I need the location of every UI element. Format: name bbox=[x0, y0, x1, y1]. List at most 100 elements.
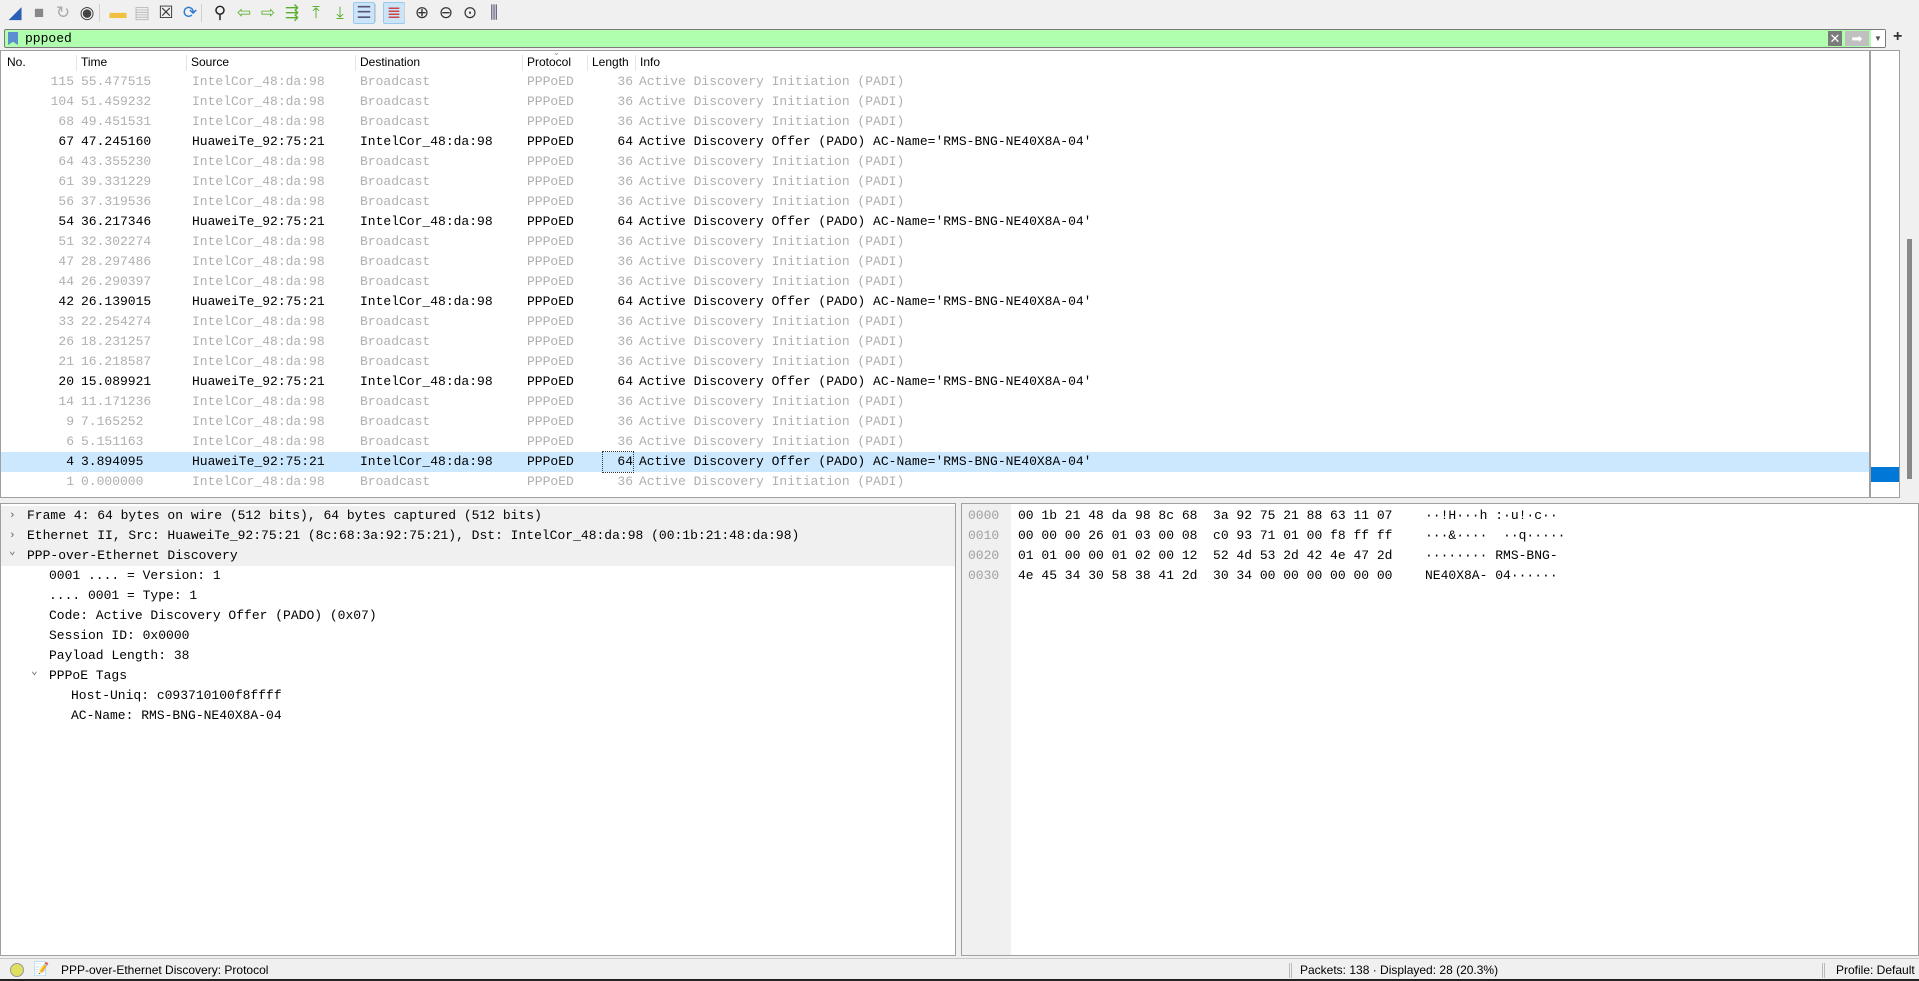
packet-row[interactable]: 47 28.297486 IntelCor_48:da:98 Broadcast PPP… bbox=[1, 252, 1869, 272]
chevron-down-icon[interactable]: ⌄ bbox=[9, 542, 16, 562]
hex-ascii[interactable]: ········ RMS-BNG- bbox=[1425, 546, 1558, 566]
column-separator[interactable] bbox=[587, 55, 588, 71]
packet-row[interactable]: 9 7.165252 IntelCor_48:da:98 Broadcast PPPoE… bbox=[1, 412, 1869, 432]
detail-text: Session ID: 0x0000 bbox=[49, 628, 190, 643]
hex-bytes[interactable]: 00 1b 21 48 da 98 8c 68 3a 92 75 21 88 6… bbox=[1018, 506, 1392, 526]
hex-ascii[interactable]: ···&···· ··q····· bbox=[1425, 526, 1565, 546]
packet-row[interactable]: 56 37.319536 IntelCor_48:da:98 Broadcast PPP… bbox=[1, 192, 1869, 212]
stop-icon[interactable]: ■ bbox=[28, 2, 50, 24]
add-filter-button-icon[interactable]: + bbox=[1893, 28, 1902, 46]
packet-row[interactable]: 67 47.245160 HuaweiTe_92:75:21 IntelCor_48:… bbox=[1, 132, 1869, 152]
packet-cell-no: 51 bbox=[58, 234, 74, 249]
detail-tree-item[interactable]: ⌄ PPPoE Tags bbox=[1, 666, 955, 686]
packet-cell-len: 36 bbox=[617, 74, 633, 89]
first-packet-icon[interactable]: ⤒ bbox=[305, 2, 327, 24]
detail-tree-item[interactable]: Host-Uniq: c093710100f8ffff bbox=[1, 686, 955, 706]
expert-info-icon[interactable] bbox=[10, 963, 24, 977]
colorize-icon[interactable]: ≣ bbox=[383, 2, 405, 24]
column-header-no[interactable]: No. bbox=[7, 53, 26, 72]
hex-bytes[interactable]: 4e 45 34 30 58 38 41 2d 30 34 00 00 00 0… bbox=[1018, 566, 1392, 586]
column-header-protocol[interactable]: Protocol bbox=[527, 53, 571, 72]
column-separator[interactable] bbox=[635, 55, 636, 71]
hex-bytes[interactable]: 01 01 00 00 01 02 00 12 52 4d 53 2d 42 4… bbox=[1018, 546, 1392, 566]
column-separator[interactable] bbox=[186, 55, 187, 71]
column-header-source[interactable]: Source bbox=[191, 53, 229, 72]
scrollbar-thumb[interactable] bbox=[1907, 239, 1912, 479]
packet-row[interactable]: 44 26.290397 IntelCor_48:da:98 Broadcast PPP… bbox=[1, 272, 1869, 292]
chevron-right-icon[interactable]: › bbox=[9, 506, 16, 526]
chevron-down-icon[interactable]: ⌄ bbox=[31, 662, 38, 682]
save-file-icon[interactable]: ▤ bbox=[131, 2, 153, 24]
column-header-info[interactable]: Info bbox=[640, 53, 660, 72]
bookmark-icon[interactable] bbox=[8, 32, 18, 45]
close-file-icon[interactable]: ☒ bbox=[155, 2, 177, 24]
packet-cell-no: 104 bbox=[50, 94, 74, 109]
packet-row[interactable]: 68 49.451531 IntelCor_48:da:98 Broadcast PPP… bbox=[1, 112, 1869, 132]
packet-row[interactable]: 115 55.477515 IntelCor_48:da:98 Broadcast PP… bbox=[1, 72, 1869, 92]
detail-text: AC-Name: RMS-BNG-NE40X8A-04 bbox=[71, 708, 282, 723]
hex-offset: 0020 bbox=[968, 548, 1000, 563]
packet-row[interactable]: 6 5.151163 IntelCor_48:da:98 Broadcast PPPoE… bbox=[1, 432, 1869, 452]
open-folder-icon[interactable]: ▬ bbox=[107, 2, 129, 24]
packet-row[interactable]: 54 36.217346 HuaweiTe_92:75:21 IntelCor_48:… bbox=[1, 212, 1869, 232]
autoscroll-icon[interactable]: ☰ bbox=[353, 2, 375, 24]
packet-row[interactable]: 64 43.355230 IntelCor_48:da:98 Broadcast PPP… bbox=[1, 152, 1869, 172]
packet-row[interactable]: 21 16.218587 IntelCor_48:da:98 Broadcast PPP… bbox=[1, 352, 1869, 372]
apply-filter-icon[interactable]: ➡ bbox=[1845, 31, 1869, 46]
go-to-packet-icon[interactable]: ⇶ bbox=[281, 2, 303, 24]
last-packet-icon[interactable]: ⤓ bbox=[329, 2, 351, 24]
packet-cell-time: 26.290397 bbox=[81, 274, 152, 289]
detail-tree-item[interactable]: Payload Length: 38 bbox=[1, 646, 955, 666]
capture-options-icon[interactable]: ◉ bbox=[76, 2, 98, 24]
packet-cell-proto: PPPoED bbox=[527, 334, 574, 349]
filter-dropdown-icon[interactable]: ▼ bbox=[1871, 30, 1885, 47]
packet-row[interactable]: 4 3.894095 HuaweiTe_92:75:21 IntelCor_48:da… bbox=[1, 451, 1869, 473]
display-filter-input[interactable] bbox=[25, 30, 1815, 47]
resize-columns-icon[interactable]: ⫼ bbox=[483, 2, 505, 24]
back-arrow-icon[interactable]: ⇦ bbox=[233, 2, 255, 24]
packet-row[interactable]: 61 39.331229 IntelCor_48:da:98 Broadcast PPP… bbox=[1, 172, 1869, 192]
shark-fin-start-icon[interactable]: ◢ bbox=[4, 2, 26, 24]
detail-tree-item[interactable]: .... 0001 = Type: 1 bbox=[1, 586, 955, 606]
packet-row[interactable]: 26 18.231257 IntelCor_48:da:98 Broadcast PPP… bbox=[1, 332, 1869, 352]
column-separator[interactable] bbox=[522, 55, 523, 71]
detail-tree-item[interactable]: Session ID: 0x0000 bbox=[1, 626, 955, 646]
detail-tree-item[interactable]: AC-Name: RMS-BNG-NE40X8A-04 bbox=[1, 706, 955, 726]
packet-cell-info: Active Discovery Initiation (PADI) bbox=[639, 394, 905, 409]
column-header-time[interactable]: Time bbox=[81, 53, 107, 72]
packet-row[interactable]: 33 22.254274 IntelCor_48:da:98 Broadcast PPP… bbox=[1, 312, 1869, 332]
packet-list-scrollbar[interactable] bbox=[1900, 50, 1919, 498]
detail-tree-item[interactable]: Code: Active Discovery Offer (PADO) (0x0… bbox=[1, 606, 955, 626]
packet-cell-len: 36 bbox=[617, 114, 633, 129]
column-header-length[interactable]: Length bbox=[592, 53, 629, 72]
forward-arrow-icon[interactable]: ⇨ bbox=[257, 2, 279, 24]
find-icon[interactable]: ⚲ bbox=[209, 2, 231, 24]
detail-tree-item[interactable]: 0001 .... = Version: 1 bbox=[1, 566, 955, 586]
hex-bytes[interactable]: 00 00 00 26 01 03 00 08 c0 93 71 01 00 f… bbox=[1018, 526, 1392, 546]
column-separator[interactable] bbox=[355, 55, 356, 71]
packet-cell-dst: Broadcast bbox=[360, 94, 431, 109]
capture-comment-icon[interactable]: 📝 bbox=[33, 961, 49, 977]
detail-tree-item[interactable]: › Ethernet II, Src: HuaweiTe_92:75:21 (8c… bbox=[1, 526, 955, 546]
reload-icon[interactable]: ⟳ bbox=[179, 2, 201, 24]
clear-filter-icon[interactable]: ✕ bbox=[1828, 31, 1842, 46]
packet-cell-dst: Broadcast bbox=[360, 194, 431, 209]
status-profile[interactable]: Profile: Default bbox=[1836, 963, 1915, 977]
detail-tree-item[interactable]: › Frame 4: 64 bytes on wire (512 bits), 6… bbox=[1, 506, 955, 526]
hex-ascii[interactable]: NE40X8A- 04······ bbox=[1425, 566, 1558, 586]
zoom-in-icon[interactable]: ⊕ bbox=[411, 2, 433, 24]
column-header-destination[interactable]: Destination bbox=[360, 53, 420, 72]
hex-ascii[interactable]: ··!H···h :·u!·c·· bbox=[1425, 506, 1558, 526]
zoom-out-icon[interactable]: ⊖ bbox=[435, 2, 457, 24]
packet-row[interactable]: 51 32.302274 IntelCor_48:da:98 Broadcast PPP… bbox=[1, 232, 1869, 252]
packet-row[interactable]: 20 15.089921 HuaweiTe_92:75:21 IntelCor_48:… bbox=[1, 372, 1869, 392]
column-separator[interactable] bbox=[76, 55, 77, 71]
packet-row[interactable]: 104 51.459232 IntelCor_48:da:98 Broadcast PP… bbox=[1, 92, 1869, 112]
detail-tree-item[interactable]: ⌄ PPP-over-Ethernet Discovery bbox=[1, 546, 955, 566]
packet-row[interactable]: 42 26.139015 HuaweiTe_92:75:21 IntelCor_48:… bbox=[1, 292, 1869, 312]
packet-row[interactable]: 14 11.171236 IntelCor_48:da:98 Broadcast PPP… bbox=[1, 392, 1869, 412]
packet-row[interactable]: 1 0.000000 IntelCor_48:da:98 Broadcast PPPoE… bbox=[1, 472, 1869, 492]
packet-minimap[interactable] bbox=[1870, 50, 1900, 498]
restart-icon[interactable]: ↻ bbox=[52, 2, 74, 24]
zoom-normal-icon[interactable]: ⊙ bbox=[459, 2, 481, 24]
